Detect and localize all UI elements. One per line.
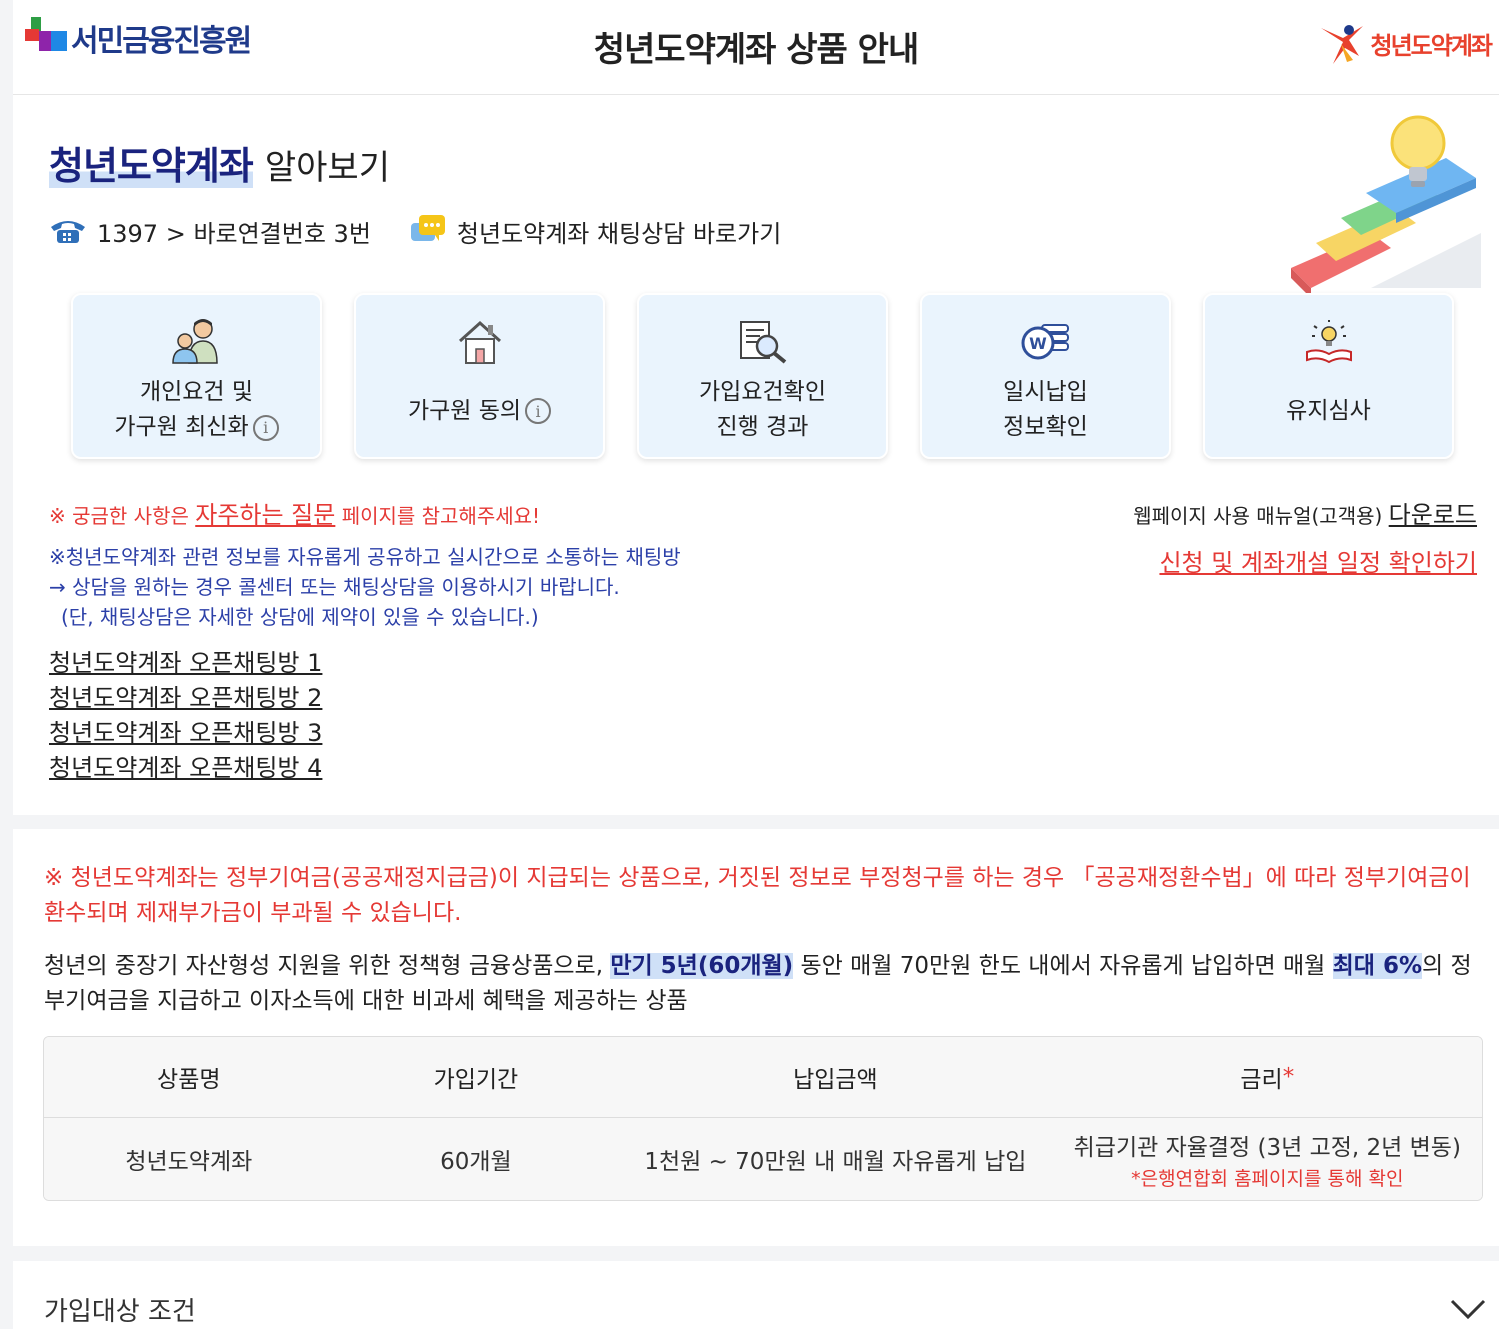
header-rate: 금리 * <box>1053 1037 1482 1117</box>
eligibility-accordion[interactable]: 가입대상 조건 <box>13 1261 1499 1329</box>
open-chat-link-3[interactable]: 청년도약계좌 오픈채팅방 3 <box>49 716 322 751</box>
chat-note-line3: (단, 채팅상담은 자세한 상담에 제약이 있을 수 있습니다.) <box>61 605 539 629</box>
contact-row: 1397 > 바로연결번호 3번 청년도약계좌 채팅상담 바로가기 <box>49 213 781 249</box>
faq-notice: ※ 궁금한 사항은 자주하는 질문 페이지를 참고해주세요! <box>49 495 540 530</box>
product-description: 청년의 중장기 자산형성 지원을 위한 정책형 금융상품으로, 만기 5년(60… <box>44 949 1489 1019</box>
youth-account-logo[interactable]: 청년도약계좌 <box>1319 20 1493 66</box>
lightbulb-book-icon <box>1303 311 1355 373</box>
product-table: 상품명 가입기간 납입금액 금리 * 청년도약계좌 60개월 1천원 ~ 70만원… <box>43 1036 1483 1201</box>
desc-part2: 동안 매월 70만원 한도 내에서 자유롭게 납입하면 매월 <box>793 953 1333 979</box>
info-icon[interactable]: i <box>525 398 552 424</box>
accordion-title: 가입대상 조건 <box>44 1297 196 1327</box>
manual-download-link[interactable]: 다운로드 <box>1389 501 1477 529</box>
intro-heading: 청년도약계좌 알아보기 <box>49 135 390 190</box>
chevron-down-icon[interactable] <box>1449 1297 1487 1321</box>
header-term: 가입기간 <box>433 1067 519 1093</box>
card-eligibility-progress[interactable]: 가입요건확인 진행 경과 <box>637 293 888 459</box>
card-label-line1: 가입요건확인 <box>699 379 826 405</box>
card-maintenance-review[interactable]: 유지심사 <box>1203 293 1454 459</box>
card-label-line1: 개인요건 및 <box>139 379 254 405</box>
phone-icon <box>51 221 85 243</box>
open-chat-link-4[interactable]: 청년도약계좌 오픈채팅방 4 <box>49 751 322 786</box>
info-icon[interactable]: i <box>252 414 279 441</box>
card-lump-sum-info[interactable]: W 일시납입 정보확인 <box>920 293 1171 459</box>
svg-text:W: W <box>1029 334 1047 353</box>
card-personal-household-update[interactable]: 개인요건 및 가구원 최신화 i <box>71 293 322 459</box>
document-search-icon <box>737 311 789 371</box>
card-household-consent[interactable]: 가구원 동의 i <box>354 293 605 459</box>
page-title: 청년도약계좌 상품 안내 <box>593 30 919 70</box>
card-label-line2: 가구원 최신화 <box>114 414 249 440</box>
intro-heading-highlight: 청년도약계좌 <box>49 144 254 188</box>
open-chat-link-2[interactable]: 청년도약계좌 오픈채팅방 2 <box>49 681 322 716</box>
fraud-warning: ※ 청년도약계좌는 정부기여금(공공재정지급금)이 지급되는 상품으로, 거짓된… <box>44 865 1471 926</box>
header-product-name: 상품명 <box>157 1067 221 1093</box>
desc-highlight-rate: 최대 6% <box>1332 953 1423 979</box>
chat-note-line1: ※청년도약계좌 관련 정보를 자유롭게 공유하고 실시간으로 소통하는 채팅방 <box>49 545 681 569</box>
cell-amount: 1천원 ~ 70만원 내 매월 자유롭게 납입 <box>644 1149 1027 1175</box>
header-amount: 납입금액 <box>793 1067 878 1093</box>
open-chat-links: 청년도약계좌 오픈채팅방 1 청년도약계좌 오픈채팅방 2 청년도약계좌 오픈채… <box>49 646 322 786</box>
card-label-line1: 유지심사 <box>1286 397 1371 424</box>
youth-account-logo-text: 청년도약계좌 <box>1370 31 1493 60</box>
service-cards: 개인요건 및 가구원 최신화 i 가구원 동의 i 가입요건확인 진행 경과 W… <box>71 293 1454 459</box>
coin-stack-icon: W <box>1020 311 1072 371</box>
youth-account-logo-mark <box>1320 25 1363 64</box>
chat-consult-link[interactable]: 청년도약계좌 채팅상담 바로가기 <box>409 213 781 249</box>
table-header-row: 상품명 가입기간 납입금액 금리 * <box>44 1037 1482 1118</box>
house-icon <box>456 311 504 373</box>
header-rate-label: 금리 <box>1240 1067 1283 1093</box>
cell-product-name: 청년도약계좌 <box>125 1149 253 1175</box>
phone-text: 1397 > 바로연결번호 3번 <box>97 219 371 248</box>
manual-download: 웹페이지 사용 매뉴얼(고객용) 다운로드 <box>1133 495 1477 530</box>
intro-heading-rest: 알아보기 <box>264 148 390 188</box>
faq-link[interactable]: 자주하는 질문 <box>195 501 335 529</box>
chat-consult-text: 청년도약계좌 채팅상담 바로가기 <box>456 219 782 248</box>
page-header: 서민금융진흥원 청년도약계좌 상품 안내 청년도약계좌 <box>13 0 1499 95</box>
faq-prefix: ※ 궁금한 사항은 <box>49 504 196 528</box>
family-icon <box>171 311 223 371</box>
cell-rate: 취급기관 자율결정 (3년 고정, 2년 변동) *은행연합회 홈페이지를 통해… <box>1053 1118 1482 1200</box>
card-label-line1: 가구원 동의 <box>407 397 522 424</box>
open-chat-notice: ※청년도약계좌 관련 정보를 자유롭게 공유하고 실시간으로 소통하는 채팅방 … <box>49 542 681 632</box>
cell-rate-text: 취급기관 자율결정 (3년 고정, 2년 변동) <box>1073 1134 1461 1161</box>
intro-section: 청년도약계좌 알아보기 1397 > 바로연결번호 3번 청년도약계좌 채팅상담… <box>13 95 1499 815</box>
manual-prefix: 웹페이지 사용 매뉴얼(고객용) <box>1133 504 1389 528</box>
desc-highlight-term: 만기 5년(60개월) <box>610 953 794 979</box>
open-chat-link-1[interactable]: 청년도약계좌 오픈채팅방 1 <box>49 646 322 681</box>
phone-contact: 1397 > 바로연결번호 3번 <box>49 214 371 249</box>
card-label-line2: 진행 경과 <box>716 414 809 440</box>
chat-note-line2: → 상담을 원하는 경우 콜센터 또는 채팅상담을 이용하시기 바랍니다. <box>49 575 620 599</box>
desc-part1: 청년의 중장기 자산형성 지원을 위한 정책형 금융상품으로, <box>44 953 611 979</box>
rate-note: *은행연합회 홈페이지를 통해 확인 <box>1131 1167 1404 1190</box>
required-mark: * <box>1282 1064 1295 1090</box>
card-label-line2: 정보확인 <box>1003 414 1088 440</box>
product-section: ※ 청년도약계좌는 정부기여금(공공재정지급금)이 지급되는 상품으로, 거짓된… <box>13 829 1499 1246</box>
cell-term: 60개월 <box>440 1149 512 1175</box>
chat-bubble-icon <box>410 215 445 241</box>
table-row: 청년도약계좌 60개월 1천원 ~ 70만원 내 매월 자유롭게 납입 취급기관… <box>44 1118 1482 1200</box>
schedule-link[interactable]: 신청 및 계좌개설 일정 확인하기 <box>1159 543 1477 578</box>
card-label-line1: 일시납입 <box>1003 379 1088 405</box>
steps-lightbulb-illustration <box>1291 115 1481 293</box>
faq-suffix: 페이지를 참고해주세요! <box>335 504 541 528</box>
